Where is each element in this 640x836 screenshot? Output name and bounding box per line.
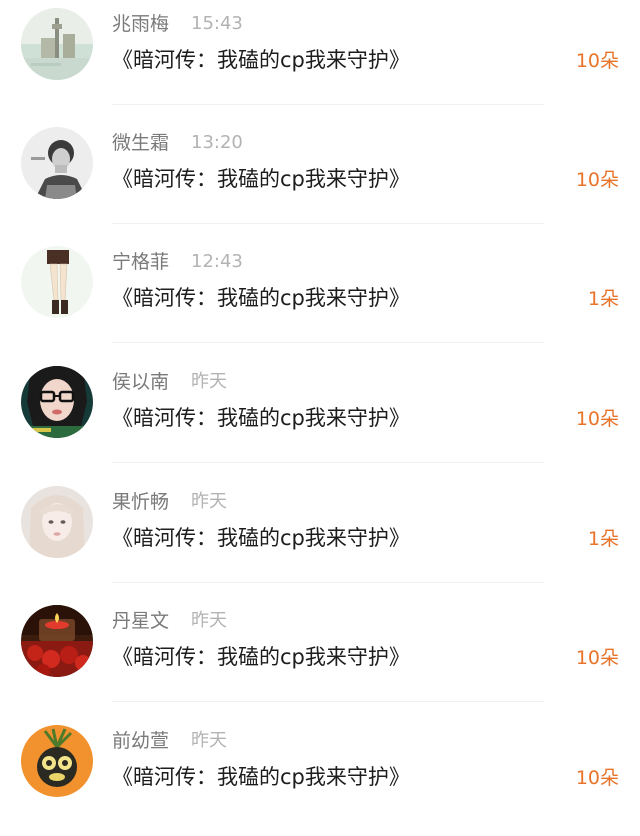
avatar-candle[interactable] bbox=[21, 605, 93, 677]
list-item[interactable]: 宁格菲 12:43 《暗河传：我磕的cp我来守护》 1朵 bbox=[0, 238, 640, 357]
avatar-legs-sketch[interactable] bbox=[21, 246, 93, 318]
divider bbox=[112, 582, 544, 583]
message-text: 《暗河传：我磕的cp我来守护》 bbox=[112, 645, 410, 669]
send-time: 13:20 bbox=[191, 132, 243, 153]
gift-count: 10朵 bbox=[575, 647, 619, 669]
list-item[interactable]: 果忻畅 昨天 《暗河传：我磕的cp我来守护》 1朵 bbox=[0, 478, 640, 597]
gift-count: 10朵 bbox=[575, 169, 619, 191]
list-item[interactable]: 微生霜 13:20 《暗河传：我磕的cp我来守护》 10朵 bbox=[0, 119, 640, 238]
sender-name: 果忻畅 bbox=[112, 491, 170, 513]
gift-count: 1朵 bbox=[587, 288, 619, 310]
message-text: 《暗河传：我磕的cp我来守护》 bbox=[112, 48, 410, 72]
avatar-orange-fruit-character[interactable] bbox=[21, 725, 93, 797]
sender-name: 宁格菲 bbox=[112, 251, 170, 273]
list-item[interactable]: 兆雨梅 15:43 《暗河传：我磕的cp我来守护》 10朵 bbox=[0, 0, 640, 119]
gift-count: 10朵 bbox=[575, 408, 619, 430]
send-time: 昨天 bbox=[191, 371, 227, 392]
send-time: 昨天 bbox=[191, 610, 227, 631]
gift-count: 1朵 bbox=[587, 528, 619, 550]
gift-record-list: 兆雨梅 15:43 《暗河传：我磕的cp我来守护》 10朵 微生霜 13:20 … bbox=[0, 0, 640, 828]
list-item[interactable]: 侯以南 昨天 《暗河传：我磕的cp我来守护》 10朵 bbox=[0, 358, 640, 477]
avatar-blonde-girl[interactable] bbox=[21, 486, 93, 558]
message-text: 《暗河传：我磕的cp我来守护》 bbox=[112, 526, 410, 550]
send-time: 昨天 bbox=[191, 491, 227, 512]
message-text: 《暗河传：我磕的cp我来守护》 bbox=[112, 406, 410, 430]
send-time: 昨天 bbox=[191, 730, 227, 751]
divider bbox=[112, 462, 544, 463]
avatar-grayscale-portrait[interactable] bbox=[21, 127, 93, 199]
message-text: 《暗河传：我磕的cp我来守护》 bbox=[112, 286, 410, 310]
gift-count: 10朵 bbox=[575, 767, 619, 789]
send-time: 12:43 bbox=[191, 251, 243, 272]
list-item[interactable]: 丹星文 昨天 《暗河传：我磕的cp我来守护》 10朵 bbox=[0, 597, 640, 716]
list-item[interactable]: 前幼萱 昨天 《暗河传：我磕的cp我来守护》 10朵 bbox=[0, 717, 640, 836]
sender-name: 微生霜 bbox=[112, 132, 170, 154]
sender-name: 前幼萱 bbox=[112, 730, 170, 752]
avatar-landscape[interactable] bbox=[21, 8, 93, 80]
message-text: 《暗河传：我磕的cp我来守护》 bbox=[112, 765, 410, 789]
send-time: 15:43 bbox=[191, 13, 243, 34]
divider bbox=[112, 223, 544, 224]
sender-name: 侯以南 bbox=[112, 371, 170, 393]
divider bbox=[112, 342, 544, 343]
sender-name: 兆雨梅 bbox=[112, 13, 170, 35]
gift-count: 10朵 bbox=[575, 50, 619, 72]
message-text: 《暗河传：我磕的cp我来守护》 bbox=[112, 167, 410, 191]
divider bbox=[112, 104, 544, 105]
sender-name: 丹星文 bbox=[112, 610, 170, 632]
divider bbox=[112, 701, 544, 702]
avatar-glasses-girl[interactable] bbox=[21, 366, 93, 438]
